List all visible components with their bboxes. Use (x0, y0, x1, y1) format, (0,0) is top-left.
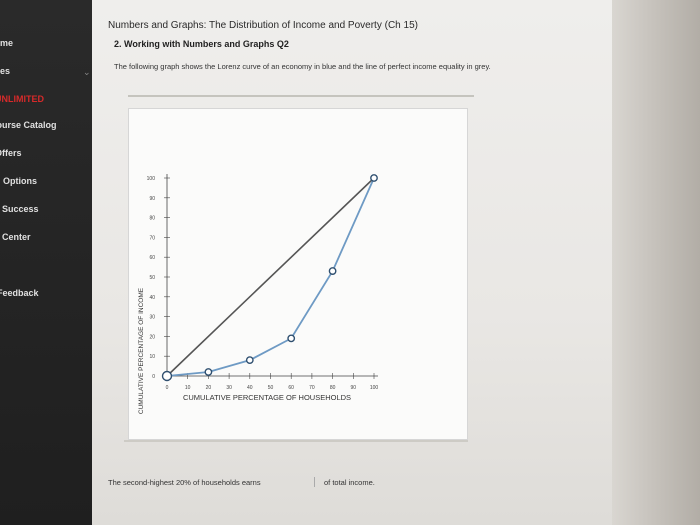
chart-lines (166, 177, 375, 377)
lorenz-chart: 0 10 20 30 40 50 60 70 80 90 100 0 10 20 30 40 50 60 70 80 9… (138, 174, 379, 414)
sidebar-item-center[interactable]: Center (0, 232, 92, 252)
income-share-dropdown[interactable] (314, 477, 321, 487)
x-tick-label: 100 (370, 385, 379, 391)
x-tick-label: 60 (288, 385, 294, 391)
lorenz-point (328, 267, 337, 275)
lorenz-point (204, 368, 213, 376)
question-prompt: The following graph shows the Lorenz cur… (114, 62, 491, 71)
graph-panel: 0 10 20 30 40 50 60 70 80 90 100 0 10 20 30 40 50 60 70 80 9… (128, 108, 468, 440)
lorenz-point (287, 334, 296, 343)
lorenz-point (245, 356, 254, 365)
x-tick-label: 90 (351, 385, 357, 391)
lorenz-point (161, 370, 173, 382)
y-tick-label: 50 (149, 275, 155, 281)
y-tick-label: 40 (149, 295, 155, 301)
sidebar-item-label: Feedback (0, 288, 39, 298)
course-sidebar: Home Courses UNLIMITED Course Catalog Of… (0, 0, 92, 525)
divider (124, 440, 468, 442)
sidebar-item-label: Success (2, 204, 39, 214)
fill-in-suffix: of total income. (324, 478, 375, 487)
sidebar-item-label: Options (3, 176, 37, 186)
chevron-down-icon[interactable]: ⌄ (83, 67, 91, 78)
sidebar-item-options[interactable]: Options (0, 176, 92, 196)
sidebar-item-label: Home (0, 38, 14, 48)
x-tick-label: 70 (309, 385, 315, 391)
fill-in-prefix: The second-highest 20% of households ear… (108, 478, 261, 487)
sidebar-item-offers[interactable]: Offers (0, 148, 92, 168)
sidebar-item-label: Center (2, 232, 31, 242)
sidebar-item-label: Course Catalog (0, 120, 57, 130)
sidebar-item-feedback[interactable]: Feedback (0, 288, 92, 308)
y-tick-label: 100 (147, 176, 156, 182)
x-tick-label: 10 (185, 385, 191, 391)
divider (128, 95, 474, 97)
sidebar-item-label: UNLIMITED (0, 94, 44, 104)
x-tick-label: 20 (206, 385, 212, 391)
sidebar-item-course-catalog[interactable]: Course Catalog (0, 120, 92, 140)
x-tick-label: 0 (166, 385, 169, 391)
x-tick-label: 30 (226, 385, 232, 391)
y-tick-label: 10 (149, 354, 155, 360)
sidebar-item-label: Courses (0, 66, 11, 76)
x-tick-label: 40 (247, 385, 253, 391)
y-tick-label: 20 (149, 334, 155, 340)
chart-ticks: 0 10 20 30 40 50 60 70 80 90 100 0 10 20 30 40 50 60 70 80 9… (147, 176, 379, 391)
y-tick-label: 0 (152, 374, 155, 380)
x-axis-label: CUMULATIVE PERCENTAGE OF HOUSEHOLDS (183, 393, 351, 402)
y-axis-label: CUMULATIVE PERCENTAGE OF INCOME (138, 287, 145, 414)
sidebar-item-courses[interactable]: Courses (0, 66, 92, 86)
y-tick-label: 80 (149, 216, 155, 222)
screen-glare (612, 0, 700, 525)
x-tick-label: 80 (330, 385, 336, 391)
question-title: 2. Working with Numbers and Graphs Q2 (114, 39, 289, 49)
y-tick-label: 30 (149, 315, 155, 321)
sidebar-item-unlimited[interactable]: UNLIMITED (0, 94, 92, 114)
sidebar-item-success[interactable]: Success (0, 204, 92, 224)
equality-line (166, 177, 375, 377)
y-tick-label: 60 (149, 255, 155, 261)
sidebar-item-home[interactable]: Home (0, 38, 92, 58)
y-tick-label: 70 (149, 235, 155, 241)
y-tick-label: 90 (149, 196, 155, 202)
page-title: Numbers and Graphs: The Distribution of … (108, 20, 418, 31)
lorenz-point (370, 174, 378, 182)
x-tick-label: 50 (268, 385, 274, 391)
sidebar-item-label: Offers (0, 148, 22, 158)
